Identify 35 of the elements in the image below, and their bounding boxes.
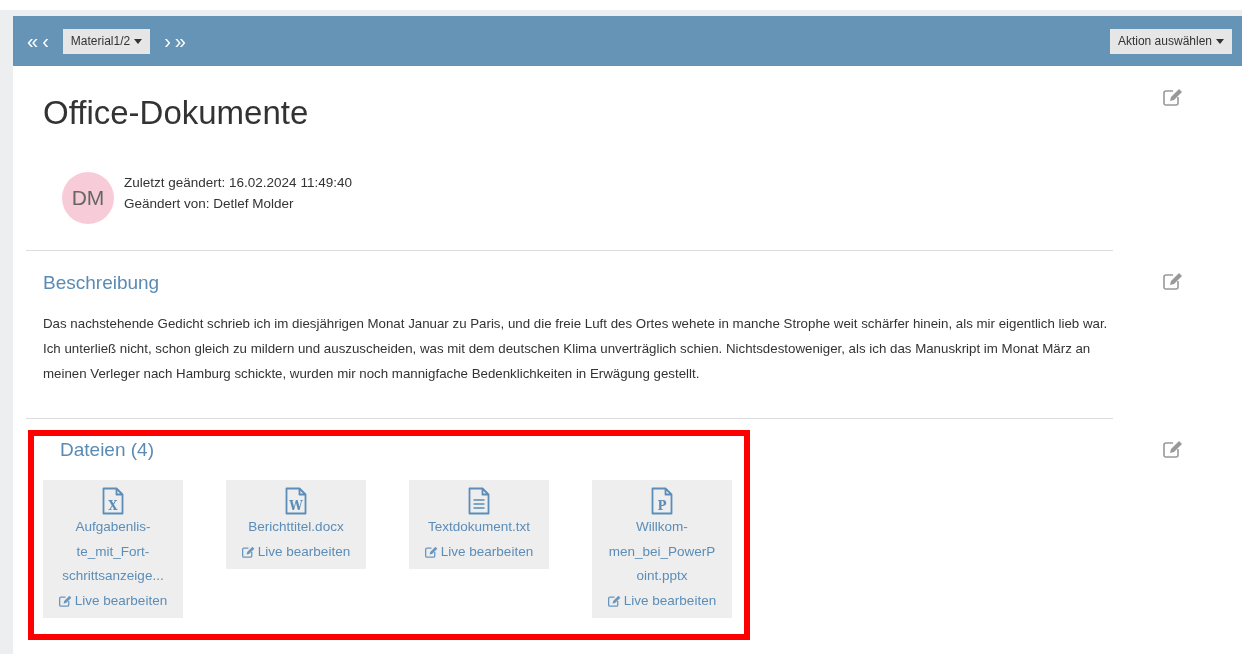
live-edit-link[interactable]: Live bearbeiten — [607, 588, 717, 613]
next-button[interactable]: › — [162, 31, 173, 51]
edit-icon[interactable] — [1163, 440, 1183, 458]
edit-icon — [58, 594, 72, 607]
description-text: Das nachstehende Gedicht schrieb ich im diesjährigen Monat Januar zu Paris, und die freie Luft des Ortes wehete in manche Strophe weit schärfer hinein, als mir eigentlich lieb war. Ich unterließ nicht, schon gleich zu mildern und auszuscheiden, was mit dem deutschen Klima unverträglich schien. Nichtsdestoweniger, als ich das Manuskript im Monat März an meinen Verleger nach Hamburg schickte, wurden mir noch mannigfache Bedenklichkeiten in Erwägung gestellt. — [43, 315, 1109, 383]
file-tile[interactable]: W Berichttitel.docx Live bearbeiten — [226, 480, 366, 569]
action-dropdown[interactable]: Aktion auswählen — [1109, 28, 1232, 54]
file-icon — [468, 487, 490, 515]
live-edit-link[interactable]: Live bearbeiten — [58, 588, 168, 613]
edit-icon — [607, 594, 621, 607]
previous-button[interactable]: ‹ — [40, 31, 51, 51]
page-title: Office-Dokumente — [43, 94, 310, 132]
caret-icon — [134, 38, 143, 44]
file-tile[interactable]: P Willkom- men_bei_PowerP oint.pptx Live bearbeiten — [592, 480, 732, 618]
live-edit-link[interactable]: Live bearbeiten — [241, 539, 351, 564]
changed-by-text: Geändert von: Detlef Molder — [124, 196, 295, 211]
file-name[interactable]: Textdokument.txt — [427, 515, 531, 540]
section-heading: Dateien (4) — [60, 439, 155, 461]
live-edit-link[interactable]: Live bearbeiten — [424, 539, 534, 564]
file-tile[interactable]: Textdokument.txt Live bearbeiten — [409, 480, 549, 569]
edit-icon — [424, 545, 438, 558]
material-dropdown[interactable]: Material1/2 — [62, 28, 151, 54]
edit-icon[interactable] — [1163, 88, 1183, 106]
section-heading: Beschreibung — [43, 272, 161, 294]
last-changed-text: Zuletzt geändert: 16.02.2024 11:49:40 — [124, 175, 352, 190]
avatar: DM — [62, 172, 114, 224]
edit-icon[interactable] — [1163, 272, 1183, 290]
last-page-button[interactable]: » — [172, 31, 188, 51]
file-tile[interactable]: X Aufgabenlis- te_mit_Fort- schrittsanzeige... Live bearbeiten — [43, 480, 183, 618]
first-page-button[interactable]: « — [25, 31, 41, 51]
file-name[interactable]: Willkom- men_bei_PowerP oint.pptx — [608, 515, 716, 589]
file-name[interactable]: Aufgabenlis- te_mit_Fort- schrittsanzeige... — [62, 515, 164, 589]
file-name[interactable]: Berichttitel.docx — [248, 515, 344, 540]
edit-icon — [241, 545, 255, 558]
caret-icon — [1216, 38, 1224, 44]
